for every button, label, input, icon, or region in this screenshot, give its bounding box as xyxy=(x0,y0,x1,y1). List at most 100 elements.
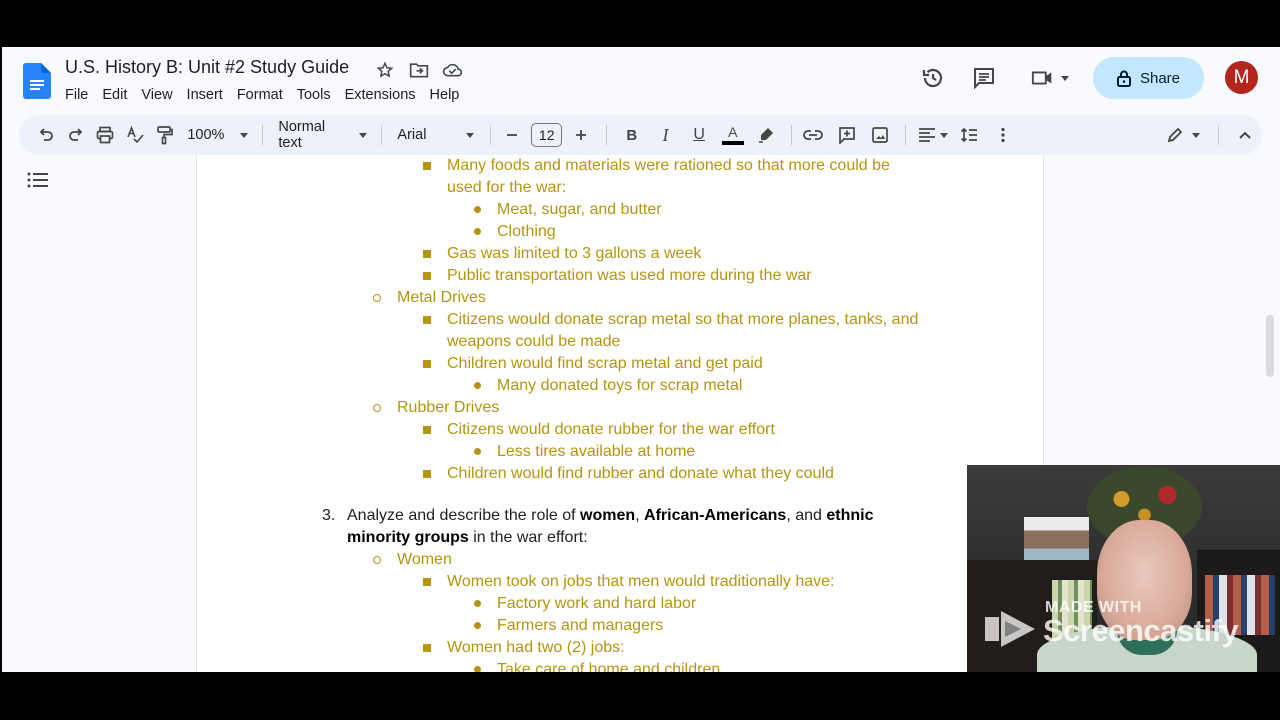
circle-bullet-icon xyxy=(373,556,381,564)
document-outline-icon[interactable] xyxy=(27,171,49,189)
bold-keyword: minority groups xyxy=(347,529,469,546)
square-bullet-icon xyxy=(423,272,431,280)
meet-button[interactable] xyxy=(1027,65,1073,91)
font-value: Arial xyxy=(397,127,427,143)
list-item[interactable]: Gas was limited to 3 gallons a week xyxy=(447,243,701,265)
insert-link-icon[interactable] xyxy=(800,121,826,149)
menu-format[interactable]: Format xyxy=(230,84,290,106)
cloud-saved-icon[interactable] xyxy=(442,59,463,80)
toolbar-divider xyxy=(791,125,793,145)
webcam-overlay: MADE WITH Screencastify xyxy=(967,465,1280,672)
circle-bullet-icon xyxy=(373,404,381,412)
question-text: , and xyxy=(786,507,827,524)
chevron-down-icon xyxy=(1191,132,1200,138)
text-color-swatch xyxy=(721,141,744,145)
account-avatar[interactable]: M xyxy=(1225,61,1258,94)
list-item[interactable]: Children would find rubber and donate wh… xyxy=(447,463,834,485)
italic-button[interactable]: I xyxy=(653,121,679,149)
square-bullet-icon xyxy=(423,470,431,478)
redo-icon[interactable] xyxy=(63,121,89,149)
version-history-icon[interactable] xyxy=(920,65,946,91)
document-page[interactable]: Many foods and materials were rationed s… xyxy=(196,155,1044,672)
toolbar-divider xyxy=(1217,125,1219,145)
dot-bullet-icon xyxy=(474,382,481,389)
toolbar-divider xyxy=(262,125,264,145)
paint-format-icon[interactable] xyxy=(152,121,178,149)
chevron-down-icon xyxy=(240,132,249,138)
question-number: 3. xyxy=(322,507,336,524)
move-folder-icon[interactable] xyxy=(408,59,429,80)
list-item[interactable]: Rubber Drives xyxy=(397,397,499,419)
docs-logo-icon[interactable] xyxy=(23,63,51,99)
vertical-scrollbar-thumb[interactable] xyxy=(1266,315,1274,377)
square-bullet-icon xyxy=(423,162,431,170)
menu-view[interactable]: View xyxy=(134,84,179,106)
list-item[interactable]: Farmers and managers xyxy=(497,615,663,637)
toolbar-divider xyxy=(905,125,907,145)
insert-image-icon[interactable] xyxy=(868,121,894,149)
decrease-font-size-icon[interactable] xyxy=(499,121,525,149)
question-text: Analyze and describe the role of xyxy=(347,507,581,524)
font-dropdown[interactable]: Arial xyxy=(397,121,475,149)
toolbar-divider xyxy=(380,125,382,145)
list-item[interactable]: Metal Drives xyxy=(397,287,486,309)
question-text-line[interactable]: Analyze and describe the role of women , … xyxy=(347,505,873,527)
bold-keyword: ethnic xyxy=(826,507,874,524)
list-item[interactable]: Many foods and materials were rationed s… xyxy=(447,155,890,177)
editing-mode-dropdown[interactable] xyxy=(1166,121,1200,149)
menu-insert[interactable]: Insert xyxy=(180,84,230,106)
zoom-value: 100% xyxy=(187,127,225,143)
add-comment-icon[interactable] xyxy=(834,121,860,149)
undo-icon[interactable] xyxy=(33,121,59,149)
list-item[interactable]: used for the war: xyxy=(447,177,566,199)
list-item[interactable]: Children would find scrap metal and get … xyxy=(447,353,763,375)
question-text-line[interactable]: minority groups in the war effort: xyxy=(347,527,588,549)
line-spacing-icon[interactable] xyxy=(956,121,982,149)
list-item[interactable]: Citizens would donate scrap metal so tha… xyxy=(447,309,918,331)
zoom-dropdown[interactable]: 100% xyxy=(187,121,249,149)
square-bullet-icon xyxy=(423,644,431,652)
list-item[interactable]: Women had two (2) jobs: xyxy=(447,637,625,659)
document-title[interactable]: U.S. History B: Unit #2 Study Guide xyxy=(65,57,349,78)
align-dropdown[interactable] xyxy=(918,121,949,149)
dot-bullet-icon xyxy=(474,206,481,213)
hide-menus-chevron-up-icon[interactable] xyxy=(1232,121,1258,149)
question-text: in the war effort: xyxy=(468,529,588,546)
watermark-brand: Screencastify xyxy=(1043,613,1239,648)
menu-tools[interactable]: Tools xyxy=(290,84,338,106)
share-button[interactable]: Share xyxy=(1093,57,1204,99)
align-left-icon xyxy=(919,128,936,142)
menu-help[interactable]: Help xyxy=(423,84,467,106)
list-item[interactable]: Factory work and hard labor xyxy=(497,593,696,615)
list-item[interactable]: Women xyxy=(397,549,452,571)
square-bullet-icon xyxy=(423,578,431,586)
text-color-button[interactable]: A xyxy=(720,121,746,149)
highlight-color-icon[interactable] xyxy=(754,121,780,149)
print-icon[interactable] xyxy=(92,121,118,149)
increase-font-size-icon[interactable] xyxy=(568,121,594,149)
list-item[interactable]: Citizens would donate rubber for the war… xyxy=(447,419,775,441)
bold-button[interactable]: B xyxy=(619,121,645,149)
paragraph-style-dropdown[interactable]: Normal text xyxy=(278,119,367,151)
comments-icon[interactable] xyxy=(971,65,997,91)
list-item[interactable]: Clothing xyxy=(497,221,556,243)
font-size-input[interactable]: 12 xyxy=(531,123,563,147)
underline-button[interactable]: U xyxy=(686,121,712,149)
square-bullet-icon xyxy=(423,426,431,434)
square-bullet-icon xyxy=(423,316,431,324)
list-item[interactable]: weapons could be made xyxy=(447,331,620,353)
list-item[interactable]: Take care of home and children xyxy=(497,659,720,672)
menu-edit[interactable]: Edit xyxy=(95,84,134,106)
menu-extensions[interactable]: Extensions xyxy=(338,84,423,106)
list-item[interactable]: Meat, sugar, and butter xyxy=(497,199,662,221)
more-options-icon[interactable] xyxy=(990,121,1016,149)
menu-file[interactable]: File xyxy=(58,84,95,106)
list-item[interactable]: Less tires available at home xyxy=(497,441,695,463)
list-item[interactable]: Public transportation was used more duri… xyxy=(447,265,812,287)
list-item[interactable]: Many donated toys for scrap metal xyxy=(497,375,742,397)
list-item[interactable]: Women took on jobs that men would tradit… xyxy=(447,571,834,593)
star-icon[interactable] xyxy=(374,59,395,80)
header: U.S. History B: Unit #2 Study Guide File… xyxy=(2,47,1280,115)
spellcheck-icon[interactable] xyxy=(122,121,148,149)
chevron-down-icon xyxy=(1061,75,1069,81)
